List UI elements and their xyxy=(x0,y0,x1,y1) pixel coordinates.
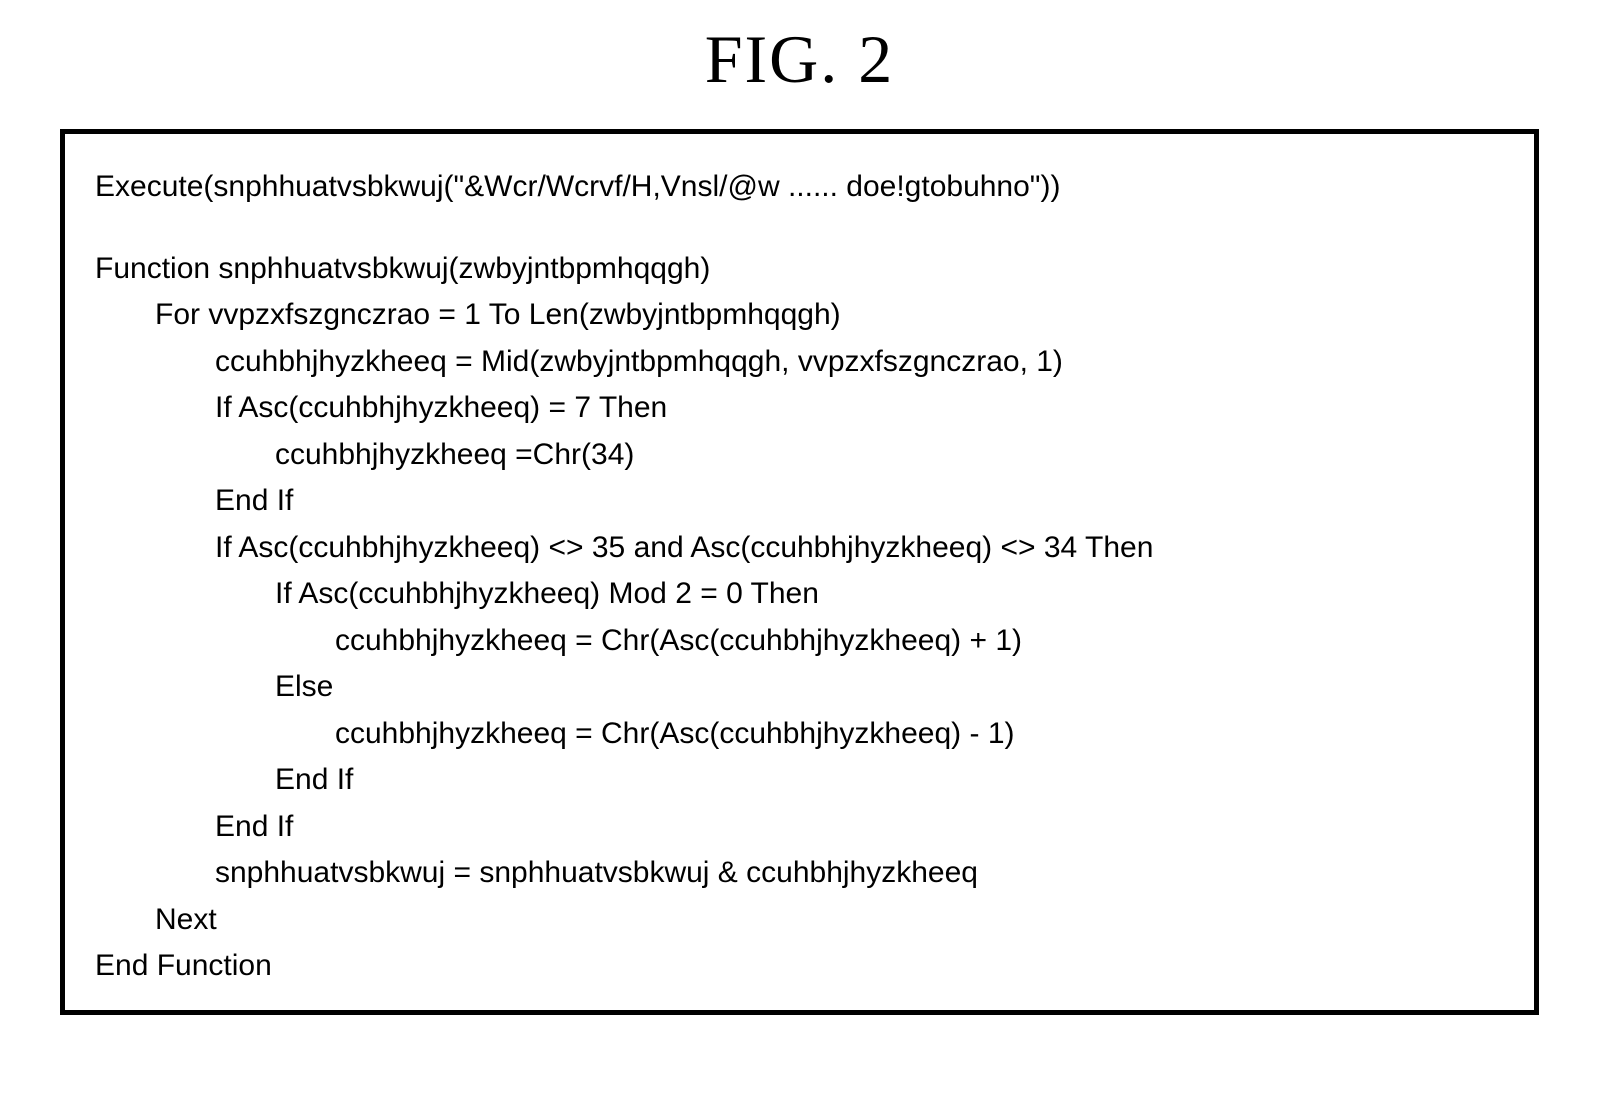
code-line: Function snphhuatvsbkwuj(zwbyjntbpmhqqgh… xyxy=(95,246,1504,293)
code-line: End If xyxy=(95,804,1504,851)
code-line: Else xyxy=(95,664,1504,711)
code-line: End If xyxy=(95,478,1504,525)
code-line: ccuhbhjhyzkheeq = Chr(Asc(ccuhbhjhyzkhee… xyxy=(95,711,1504,758)
code-line: ccuhbhjhyzkheeq = Chr(Asc(ccuhbhjhyzkhee… xyxy=(95,618,1504,665)
code-line: If Asc(ccuhbhjhyzkheeq) Mod 2 = 0 Then xyxy=(95,571,1504,618)
code-blank-line xyxy=(95,211,1504,246)
code-line: End Function xyxy=(95,943,1504,990)
code-line: If Asc(ccuhbhjhyzkheeq) = 7 Then xyxy=(95,385,1504,432)
code-line: Next xyxy=(95,897,1504,944)
code-box: Execute(snphhuatvsbkwuj("&Wcr/Wcrvf/H,Vn… xyxy=(60,129,1539,1015)
code-line: ccuhbhjhyzkheeq = Mid(zwbyjntbpmhqqgh, v… xyxy=(95,339,1504,386)
code-line: snphhuatvsbkwuj = snphhuatvsbkwuj & ccuh… xyxy=(95,850,1504,897)
code-line: ccuhbhjhyzkheeq =Chr(34) xyxy=(95,432,1504,479)
code-line: For vvpzxfszgnczrao = 1 To Len(zwbyjntbp… xyxy=(95,292,1504,339)
code-line: End If xyxy=(95,757,1504,804)
code-line: Execute(snphhuatvsbkwuj("&Wcr/Wcrvf/H,Vn… xyxy=(95,164,1504,211)
code-line: If Asc(ccuhbhjhyzkheeq) <> 35 and Asc(cc… xyxy=(95,525,1504,572)
figure-title: FIG. 2 xyxy=(60,20,1539,99)
